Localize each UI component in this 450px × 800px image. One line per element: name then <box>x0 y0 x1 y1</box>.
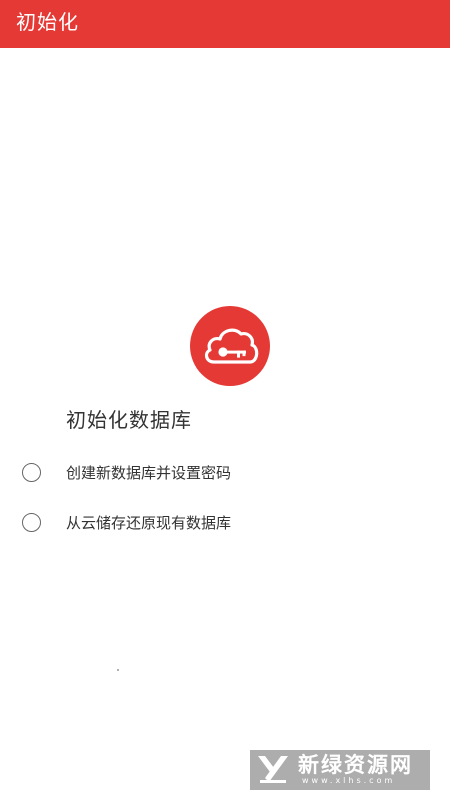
watermark-url: www.xlhs.com <box>302 776 396 785</box>
option-label: 从云储存还原现有数据库 <box>66 514 232 532</box>
watermark: 新绿资源网 www.xlhs.com <box>250 750 430 790</box>
option-create-database[interactable]: 创建新数据库并设置密码 <box>20 460 320 488</box>
watermark-title: 新绿资源网 <box>298 753 413 777</box>
page-heading: 初始化数据库 <box>66 408 192 432</box>
radio-button[interactable] <box>22 463 41 482</box>
app-logo <box>190 306 270 386</box>
stray-dot <box>117 669 119 671</box>
app-bar: 初始化 <box>0 0 450 48</box>
radio-button[interactable] <box>22 513 41 532</box>
app-title: 初始化 <box>16 10 79 34</box>
option-restore-from-cloud[interactable]: 从云储存还原现有数据库 <box>20 510 320 538</box>
option-label: 创建新数据库并设置密码 <box>66 464 232 482</box>
watermark-logo-icon <box>258 756 288 783</box>
cloud-key-icon <box>204 328 259 364</box>
